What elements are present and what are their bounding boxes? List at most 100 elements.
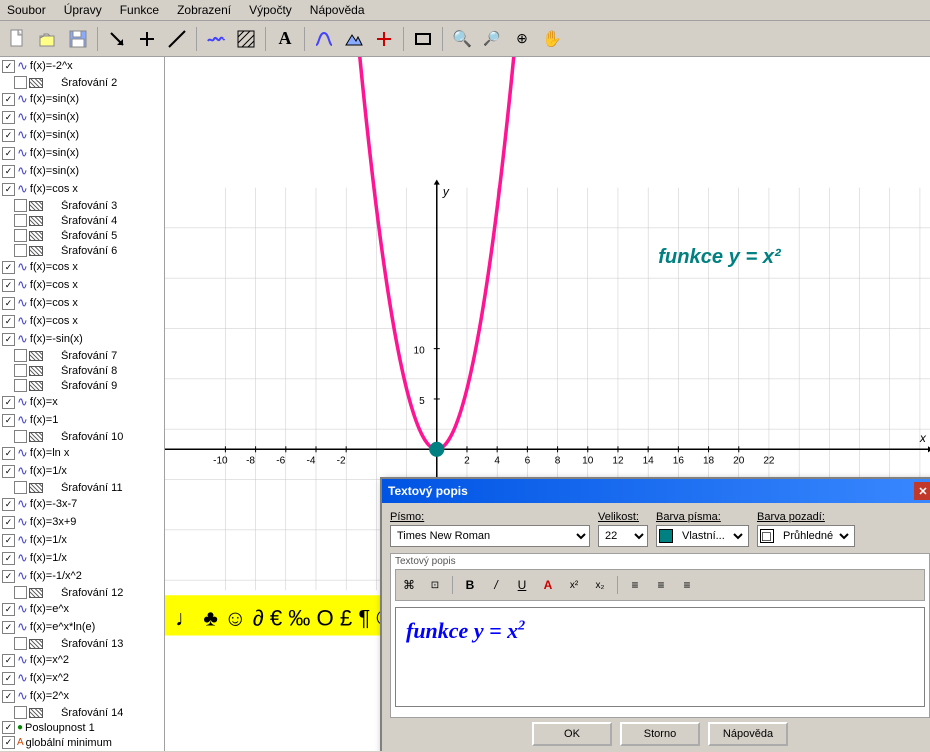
sidebar-checkbox[interactable]: ✓ [2, 147, 15, 160]
cross-button[interactable] [133, 25, 161, 53]
sidebar-checkbox[interactable]: ✓ [2, 297, 15, 310]
align-left-button[interactable]: ≡ [624, 574, 646, 596]
save-button[interactable] [64, 25, 92, 53]
open-button[interactable] [34, 25, 62, 53]
sidebar-item[interactable]: ✓∿f(x)=-1/x^2 [0, 567, 164, 585]
sidebar-checkbox[interactable]: ✓ [2, 261, 15, 274]
sidebar-item[interactable]: ✓●Posloupnost 1 [0, 720, 164, 735]
line-button[interactable] [163, 25, 191, 53]
zoom-in-button[interactable]: 🔍 [448, 25, 476, 53]
sidebar-item[interactable]: ✓∿f(x)=sin(x) [0, 144, 164, 162]
sidebar-item[interactable]: Šrafování 9 [0, 378, 164, 393]
sidebar-item[interactable]: Šrafování 5 [0, 228, 164, 243]
sidebar-item[interactable]: ✓∿f(x)=1 [0, 411, 164, 429]
sidebar-checkbox[interactable] [14, 481, 27, 494]
zoom-fit-button[interactable]: ⊕ [508, 25, 536, 53]
sidebar-item[interactable]: ✓∿f(x)=cos x [0, 312, 164, 330]
sidebar-checkbox[interactable]: ✓ [2, 447, 15, 460]
arrow-button[interactable] [103, 25, 131, 53]
sidebar-checkbox[interactable]: ✓ [2, 279, 15, 292]
hatch-button[interactable] [232, 25, 260, 53]
mountain-button[interactable] [340, 25, 368, 53]
sidebar-item[interactable]: ✓∿f(x)=cos x [0, 180, 164, 198]
menu-zobrazeni[interactable]: Zobrazení [174, 2, 234, 18]
curve-button[interactable] [310, 25, 338, 53]
superscript-button[interactable]: x² [563, 574, 585, 596]
sidebar-checkbox[interactable]: ✓ [2, 621, 15, 634]
sidebar-checkbox[interactable]: ✓ [2, 165, 15, 178]
sidebar-item[interactable]: ✓∿f(x)=1/x [0, 531, 164, 549]
sidebar-checkbox[interactable] [14, 706, 27, 719]
sidebar-checkbox[interactable] [14, 76, 27, 89]
sidebar-checkbox[interactable]: ✓ [2, 603, 15, 616]
sidebar-checkbox[interactable]: ✓ [2, 516, 15, 529]
wave-button[interactable] [202, 25, 230, 53]
sidebar-item[interactable]: ✓∿f(x)=sin(x) [0, 108, 164, 126]
menu-napoveda[interactable]: Nápověda [307, 2, 368, 18]
sidebar-checkbox[interactable]: ✓ [2, 129, 15, 142]
cmd-button[interactable]: ⌘ [398, 574, 420, 596]
sidebar-checkbox[interactable]: ✓ [2, 414, 15, 427]
cancel-button[interactable]: Storno [620, 722, 700, 746]
subscript-button[interactable]: x₂ [589, 574, 611, 596]
sidebar-item[interactable]: ✓∿f(x)=x [0, 393, 164, 411]
sidebar-checkbox[interactable]: ✓ [2, 465, 15, 478]
sidebar-item[interactable]: ✓Aglobální minimum [0, 735, 164, 750]
sidebar-item[interactable]: ✓∿f(x)=-2^x [0, 57, 164, 75]
sidebar-checkbox[interactable]: ✓ [2, 111, 15, 124]
sidebar-item[interactable]: ✓∿f(x)=2^x [0, 687, 164, 705]
sidebar-item[interactable]: ✓∿f(x)=-sin(x) [0, 330, 164, 348]
sidebar-item[interactable]: ✓∿f(x)=1/x [0, 462, 164, 480]
plus-button[interactable] [370, 25, 398, 53]
sidebar-item[interactable]: Šrafování 3 [0, 198, 164, 213]
sidebar-checkbox[interactable]: ✓ [2, 552, 15, 565]
sidebar-item[interactable]: ✓∿f(x)=cos x [0, 294, 164, 312]
sidebar-item[interactable]: ✓∿f(x)=x^2 [0, 669, 164, 687]
sidebar-item[interactable]: ✓∿f(x)=1/x [0, 549, 164, 567]
text-button[interactable]: A [271, 25, 299, 53]
sidebar-item[interactable]: ✓∿f(x)=cos x [0, 258, 164, 276]
size-select[interactable]: 22 12 14 16 18 24 [598, 525, 648, 547]
sidebar-item[interactable]: ✓∿f(x)=sin(x) [0, 162, 164, 180]
sidebar-item[interactable]: ✓∿f(x)=sin(x) [0, 126, 164, 144]
align-right-button[interactable]: ≡ [676, 574, 698, 596]
menu-vypocty[interactable]: Výpočty [246, 2, 295, 18]
sidebar-checkbox[interactable]: ✓ [2, 498, 15, 511]
sidebar-checkbox[interactable]: ✓ [2, 736, 15, 749]
sidebar-item[interactable]: ✓∿f(x)=-3x-7 [0, 495, 164, 513]
sidebar-checkbox[interactable]: ✓ [2, 570, 15, 583]
sidebar-item[interactable]: Šrafování 11 [0, 480, 164, 495]
sidebar-item[interactable]: ✓Afunkce y = x2 [0, 750, 164, 751]
bold-button[interactable]: B [459, 574, 481, 596]
sidebar-item[interactable]: ✓∿f(x)=sin(x) [0, 90, 164, 108]
menu-soubor[interactable]: Soubor [4, 2, 49, 18]
special-button[interactable]: ⊡ [424, 574, 446, 596]
sidebar-checkbox[interactable]: ✓ [2, 534, 15, 547]
sidebar-checkbox[interactable]: ✓ [2, 672, 15, 685]
underline-button[interactable]: U [511, 574, 533, 596]
ok-button[interactable]: OK [532, 722, 612, 746]
sidebar-item[interactable]: Šrafování 13 [0, 636, 164, 651]
sidebar-item[interactable]: ✓∿f(x)=3x+9 [0, 513, 164, 531]
sidebar-item[interactable]: Šrafování 6 [0, 243, 164, 258]
sidebar-checkbox[interactable]: ✓ [2, 333, 15, 346]
sidebar-checkbox[interactable] [14, 364, 27, 377]
sidebar-checkbox[interactable]: ✓ [2, 721, 15, 734]
sidebar-checkbox[interactable]: ✓ [2, 396, 15, 409]
sidebar-checkbox[interactable] [14, 229, 27, 242]
sidebar-item[interactable]: ✓∿f(x)=e^x [0, 600, 164, 618]
pan-button[interactable]: ✋ [538, 25, 566, 53]
sidebar-checkbox[interactable] [14, 430, 27, 443]
sidebar-checkbox[interactable] [14, 637, 27, 650]
bg-color-select[interactable]: Průhledné [777, 525, 852, 547]
sidebar-checkbox[interactable] [14, 244, 27, 257]
sidebar-item[interactable]: Šrafování 8 [0, 363, 164, 378]
dialog-close-button[interactable]: ✕ [914, 482, 930, 500]
font-color-button[interactable]: A [537, 574, 559, 596]
text-preview[interactable]: funkce y = x2 [395, 607, 925, 707]
sidebar-checkbox[interactable]: ✓ [2, 60, 15, 73]
sidebar-item[interactable]: ✓∿f(x)=e^x*ln(e) [0, 618, 164, 636]
align-center-button[interactable]: ≡ [650, 574, 672, 596]
sidebar-checkbox[interactable] [14, 349, 27, 362]
sidebar-checkbox[interactable]: ✓ [2, 654, 15, 667]
